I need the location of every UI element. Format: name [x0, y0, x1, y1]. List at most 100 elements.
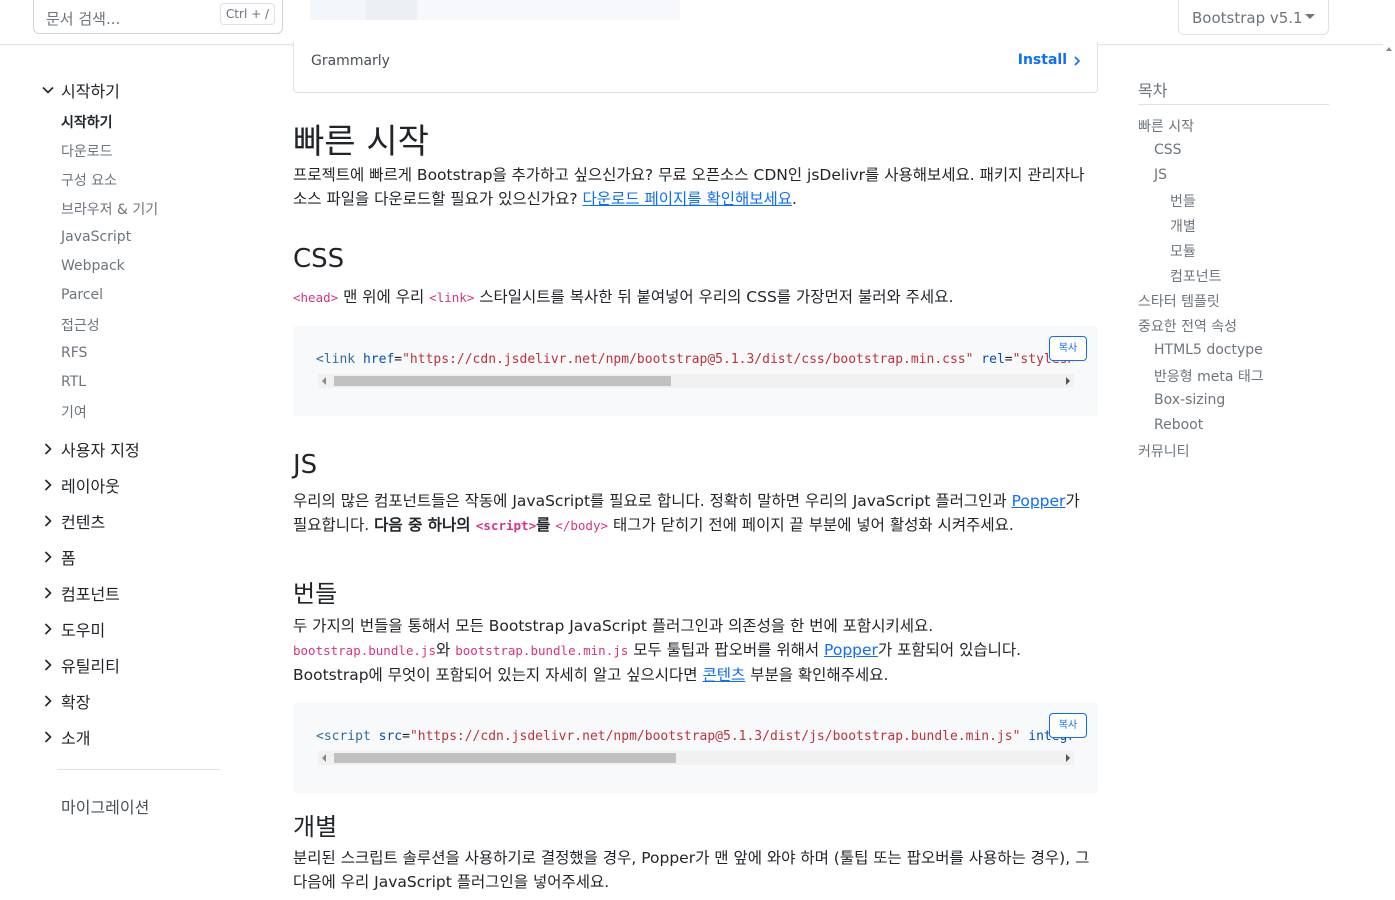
code-attr: rel	[981, 352, 1005, 367]
toc-item-modules[interactable]: 모듈	[1170, 241, 1196, 261]
bundle-text2: 와	[436, 641, 456, 659]
sidebar-group-label: 컴포넌트	[61, 585, 120, 604]
popper-link[interactable]: Popper	[1012, 492, 1066, 510]
docs-search-input[interactable]: 문서 검색... Ctrl + /	[33, 0, 283, 34]
scrollbar-thumb[interactable]	[334, 753, 676, 763]
sidebar-group-getting-started[interactable]: 시작하기	[42, 78, 120, 102]
chevron-right-icon	[44, 479, 52, 491]
copy-button[interactable]: 복사	[1049, 713, 1087, 738]
toc-item-bundle[interactable]: 번들	[1170, 191, 1196, 211]
quickstart-paragraph: 프로젝트에 빠르게 Bootstrap을 추가하고 싶으신가요? 무료 오픈소스…	[293, 163, 1098, 211]
banner-fragment	[310, 0, 680, 20]
sidebar-group-extend[interactable]: 확장	[42, 689, 90, 713]
js-text4: 태그가 닫히기 전에 페이지 끝 부분에 넣어 활성화 시켜주세요.	[608, 516, 1014, 534]
toc-item-box-sizing[interactable]: Box-sizing	[1154, 392, 1225, 408]
code-link: <link>	[429, 290, 475, 305]
code-bundle-min-js: bootstrap.bundle.min.js	[455, 643, 629, 658]
toc-divider	[1138, 104, 1329, 105]
sidebar-group-content[interactable]: 컨텐츠	[42, 509, 105, 533]
version-dropdown[interactable]: Bootstrap v5.1	[1178, 0, 1329, 35]
install-link[interactable]: Install	[1018, 52, 1067, 68]
scroll-up-arrow-icon[interactable]	[1386, 47, 1392, 51]
chevron-down-icon	[42, 86, 54, 94]
sidebar-group-forms[interactable]: 폼	[42, 545, 76, 569]
sidebar-item-webpack[interactable]: Webpack	[61, 258, 125, 274]
sidebar-item-parcel[interactable]: Parcel	[61, 287, 103, 303]
sidebar-item-getting-started[interactable]: 시작하기	[61, 112, 113, 132]
top-navbar: 문서 검색... Ctrl + / Bootstrap v5.1	[0, 0, 1395, 45]
toc-item-js[interactable]: JS	[1154, 167, 1167, 183]
js-paragraph: 우리의 많은 컴포넌트들은 작동에 JavaScript를 필요로 합니다. 정…	[293, 489, 1098, 538]
scroll-right-arrow-icon[interactable]	[1066, 377, 1070, 385]
sidebar-group-about[interactable]: 소개	[42, 725, 90, 749]
css-text1: 맨 위에 우리	[338, 288, 430, 306]
code-body: </body>	[555, 518, 609, 533]
separate-heading: 개별	[293, 813, 338, 841]
bundle-text3: 모두 툴팁과 팝오버를 위해서	[628, 641, 825, 659]
sidebar-group-label: 시작하기	[61, 82, 120, 101]
toc-item-html5-doctype[interactable]: HTML5 doctype	[1154, 342, 1263, 358]
css-text2: 스타일시트를 복사한 뒤 붙여넣어 우리의 CSS를 가장먼저 불러와 주세요.	[474, 288, 954, 306]
search-shortcut-hint: Ctrl + /	[219, 3, 275, 25]
toc-item-components[interactable]: 컴포넌트	[1170, 266, 1222, 286]
scrollbar-thumb[interactable]	[334, 376, 671, 386]
sidebar-item-browsers-devices[interactable]: 브라우저 & 기기	[61, 199, 158, 219]
chevron-right-icon	[44, 695, 52, 707]
sidebar-group-label: 도우미	[61, 621, 106, 640]
js-text1: 우리의 많은 컴포넌트들은 작동에 JavaScript를 필요로 합니다. 정…	[293, 492, 1012, 510]
toc-item-community[interactable]: 커뮤니티	[1138, 441, 1190, 461]
chevron-right-icon	[44, 731, 52, 743]
toc-item-starter-template[interactable]: 스타터 템플릿	[1138, 291, 1220, 311]
docs-sidebar: 시작하기 시작하기 다운로드 구성 요소 브라우저 & 기기 JavaScrip…	[0, 44, 260, 900]
sidebar-group-label: 소개	[61, 729, 91, 748]
chevron-right-icon	[44, 587, 52, 599]
chevron-right-icon	[44, 551, 52, 563]
page-scrollbar[interactable]	[1383, 44, 1395, 900]
separate-paragraph: 분리된 스크립트 솔루션을 사용하기로 결정했을 경우, Popper가 맨 앞…	[293, 849, 1090, 891]
sidebar-item-contribute[interactable]: 기여	[61, 402, 87, 422]
code-horizontal-scrollbar[interactable]	[318, 374, 1074, 388]
sidebar-item-download[interactable]: 다운로드	[61, 141, 113, 161]
sidebar-item-rtl[interactable]: RTL	[61, 374, 86, 390]
download-page-link[interactable]: 다운로드 페이지를 확인해보세요	[583, 190, 793, 208]
toc-item-reboot[interactable]: Reboot	[1154, 417, 1203, 433]
caret-down-icon	[1305, 14, 1315, 19]
bundle-text1: 두 가지의 번들을 통해서 모든 Bootstrap JavaScript 플러…	[293, 617, 934, 635]
toc-item-global-settings[interactable]: 중요한 전역 속성	[1138, 316, 1237, 336]
scroll-left-arrow-icon[interactable]	[322, 377, 326, 385]
sidebar-group-layout[interactable]: 레이아웃	[42, 473, 120, 497]
scroll-left-arrow-icon[interactable]	[322, 754, 326, 762]
chevron-right-icon	[44, 443, 52, 455]
sidebar-group-helpers[interactable]: 도우미	[42, 617, 105, 641]
js-bold-end: 를	[536, 516, 551, 534]
chevron-right-icon	[44, 515, 52, 527]
sidebar-item-accessibility[interactable]: 접근성	[61, 315, 100, 335]
sidebar-group-utilities[interactable]: 유틸리티	[42, 653, 120, 677]
css-code-block: <link href="https://cdn.jsdelivr.net/npm…	[293, 326, 1098, 416]
bundle-paragraph: 두 가지의 번들을 통해서 모든 Bootstrap JavaScript 플러…	[293, 614, 1098, 687]
contents-link[interactable]: 콘텐츠	[703, 666, 746, 684]
toc-item-css[interactable]: CSS	[1154, 142, 1182, 158]
sidebar-item-migration[interactable]: 마이그레이션	[61, 794, 149, 818]
toc-item-responsive-meta[interactable]: 반응형 meta 태그	[1154, 366, 1264, 386]
sidebar-item-contents[interactable]: 구성 요소	[61, 170, 117, 190]
popper-link[interactable]: Popper	[824, 641, 878, 659]
code-horizontal-scrollbar[interactable]	[318, 751, 1074, 765]
css-code-line: <link href="https://cdn.jsdelivr.net/npm…	[316, 352, 1073, 367]
sidebar-item-rfs[interactable]: RFS	[61, 345, 87, 361]
sidebar-divider	[57, 769, 220, 770]
scroll-right-arrow-icon[interactable]	[1066, 754, 1070, 762]
sidebar-group-customize[interactable]: 사용자 지정	[42, 437, 140, 461]
css-heading: CSS	[293, 244, 345, 274]
sidebar-group-components[interactable]: 컴포넌트	[42, 581, 120, 605]
code-tag: <link	[316, 352, 356, 367]
toc-item-separate[interactable]: 개별	[1170, 216, 1196, 236]
js-bold-text: 다음 중 하나의	[374, 516, 476, 534]
bundle-text5: 부분을 확인해주세요.	[745, 666, 889, 684]
search-placeholder: 문서 검색...	[46, 10, 121, 28]
sidebar-item-javascript[interactable]: JavaScript	[61, 229, 131, 245]
copy-button[interactable]: 복사	[1049, 336, 1087, 361]
toc-item-quickstart[interactable]: 빠른 시작	[1138, 116, 1194, 136]
code-tag: <script	[316, 729, 371, 744]
toc-title: 목차	[1138, 81, 1168, 100]
